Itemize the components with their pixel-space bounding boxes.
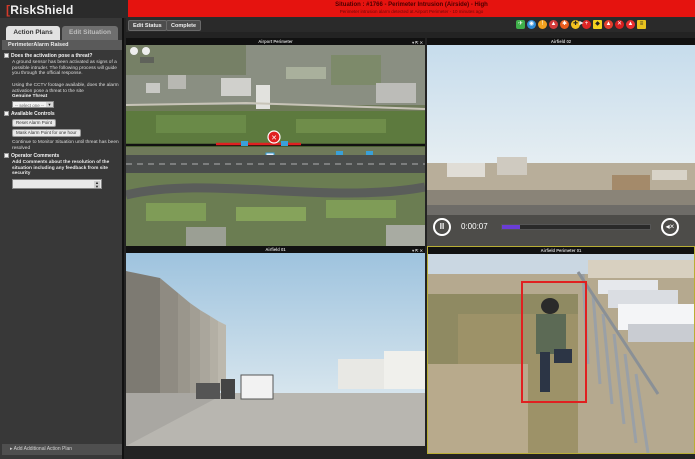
toolbar: Edit Status Complete ✈ ◉ ! ▲ ✱ ✚ + ◆ ▲ ✕… xyxy=(126,18,695,32)
alert-title: Situation : #1766 - Perimeter Intrusion … xyxy=(335,2,488,8)
mask-alarm-button[interactable]: Mask Alarm Point for one hour xyxy=(12,129,81,137)
hazard-icon[interactable]: ◆ xyxy=(593,20,602,29)
chart-icon[interactable]: ≡ xyxy=(637,20,646,29)
panel-tabs: Action Plans Edit Situation xyxy=(2,26,122,40)
instruction-text: Using the CCTV footage available, does t… xyxy=(12,83,119,94)
alarm-icon[interactable]: ✱ xyxy=(560,20,569,29)
chevron-down-icon: ▼ xyxy=(46,102,53,107)
threat-select[interactable]: -- select one -- ▼ xyxy=(12,101,54,108)
camera-pane-airfield-02[interactable]: Airfield 02 II 0:00:07 ◂× xyxy=(427,38,695,246)
pane-title: Airfield 01 xyxy=(265,247,286,252)
instruction-text: A ground sensor has been activated as si… xyxy=(12,60,117,77)
svg-text:✕: ✕ xyxy=(271,134,277,142)
question-threat[interactable]: Does the activation pose a threat? xyxy=(4,53,122,60)
edit-status-button[interactable]: Edit Status xyxy=(128,20,167,31)
instruction-text: Add Comments about the resolution of the… xyxy=(12,160,110,177)
reset-alarm-button[interactable]: Reset Alarm Point xyxy=(12,119,57,127)
video-frame[interactable] xyxy=(428,254,694,453)
step-checkbox[interactable] xyxy=(4,53,9,58)
video-frame[interactable] xyxy=(126,253,425,446)
situation-alert-banner[interactable]: Situation : #1766 - Perimeter Intrusion … xyxy=(128,0,695,17)
video-controls: II 0:00:07 ◂× xyxy=(427,216,695,238)
warning-icon[interactable]: ! xyxy=(538,20,547,29)
question-controls[interactable]: Available Controls xyxy=(4,111,122,118)
camera-pane-airfield-perimeter-01[interactable]: Airfield Perimeter 01 xyxy=(427,246,695,454)
question-label: Available Controls xyxy=(11,111,55,117)
pane-header: Airfield Perimeter 01 xyxy=(428,247,694,254)
app-window: [RiskShield Situation : #1766 - Perimete… xyxy=(0,0,695,459)
pause-button[interactable]: II xyxy=(433,218,451,236)
tab-edit-situation[interactable]: Edit Situation xyxy=(62,26,118,40)
logo-text: RiskShield xyxy=(10,3,74,17)
triangle-warning-icon[interactable]: ▲ xyxy=(604,20,613,29)
field-label: Genuine Threat xyxy=(12,94,48,99)
pane-title: Airfield 02 xyxy=(550,39,572,44)
complete-button[interactable]: Complete xyxy=(166,20,202,31)
camera-icon[interactable]: ◉ xyxy=(527,20,536,29)
video-time: 0:00:07 xyxy=(461,222,488,231)
question-label: Does the activation pose a threat? xyxy=(11,53,93,59)
aerial-map[interactable]: ✕ xyxy=(126,45,425,246)
app-logo: [RiskShield xyxy=(6,3,74,17)
pane-header: Airfield 01 ▾ ⇱ ✕ xyxy=(126,246,425,253)
pane-title: Airport Perimeter xyxy=(258,39,293,44)
top-bar: [RiskShield Situation : #1766 - Perimete… xyxy=(0,0,695,18)
camera-pane-airport-perimeter[interactable]: Airport Perimeter ▾ ⇱ ✕ ✕ xyxy=(126,38,425,246)
video-progress-bar[interactable] xyxy=(501,224,651,230)
pane-header: Airport Perimeter ▾ ⇱ ✕ xyxy=(126,38,425,45)
question-comments[interactable]: Operator Comments xyxy=(4,153,122,160)
play-icon[interactable]: ► xyxy=(578,20,585,27)
camera-pane-airfield-01[interactable]: Airfield 01 ▾ ⇱ ✕ xyxy=(126,246,425,446)
add-action-plan-button[interactable]: ▸ Add Additional Action Plan xyxy=(2,444,122,455)
comment-input[interactable]: ▲ ▼ xyxy=(12,179,102,189)
instruction-text: Continue to Monitor Situation until thre… xyxy=(12,140,119,151)
step-checkbox[interactable] xyxy=(4,111,9,116)
exclamation-icon[interactable]: ▲ xyxy=(626,20,635,29)
alert-subtitle: Perimeter intrusion alarm detected at Ai… xyxy=(339,9,484,14)
pane-header: Airfield 02 xyxy=(427,38,695,45)
section-title[interactable]: PerimeterAlarm Raised xyxy=(2,40,122,50)
step-checkbox[interactable] xyxy=(4,153,9,158)
tab-action-plans[interactable]: Action Plans xyxy=(6,26,60,40)
fire-icon[interactable]: ▲ xyxy=(549,20,558,29)
block-icon[interactable]: ✕ xyxy=(615,20,624,29)
video-progress-fill xyxy=(502,225,520,229)
pane-title: Airfield Perimeter 01 xyxy=(540,248,582,253)
action-plan-steps: Does the activation pose a threat? A gro… xyxy=(2,50,122,210)
action-plan-panel: Action Plans Edit Situation PerimeterAla… xyxy=(0,18,124,459)
select-value: -- select one -- xyxy=(15,103,45,108)
question-label: Operator Comments xyxy=(11,153,60,159)
map-icon[interactable]: ✈ xyxy=(516,20,525,29)
spinner-icon[interactable]: ▲ ▼ xyxy=(94,181,100,188)
mute-button[interactable]: ◂× xyxy=(661,218,679,236)
